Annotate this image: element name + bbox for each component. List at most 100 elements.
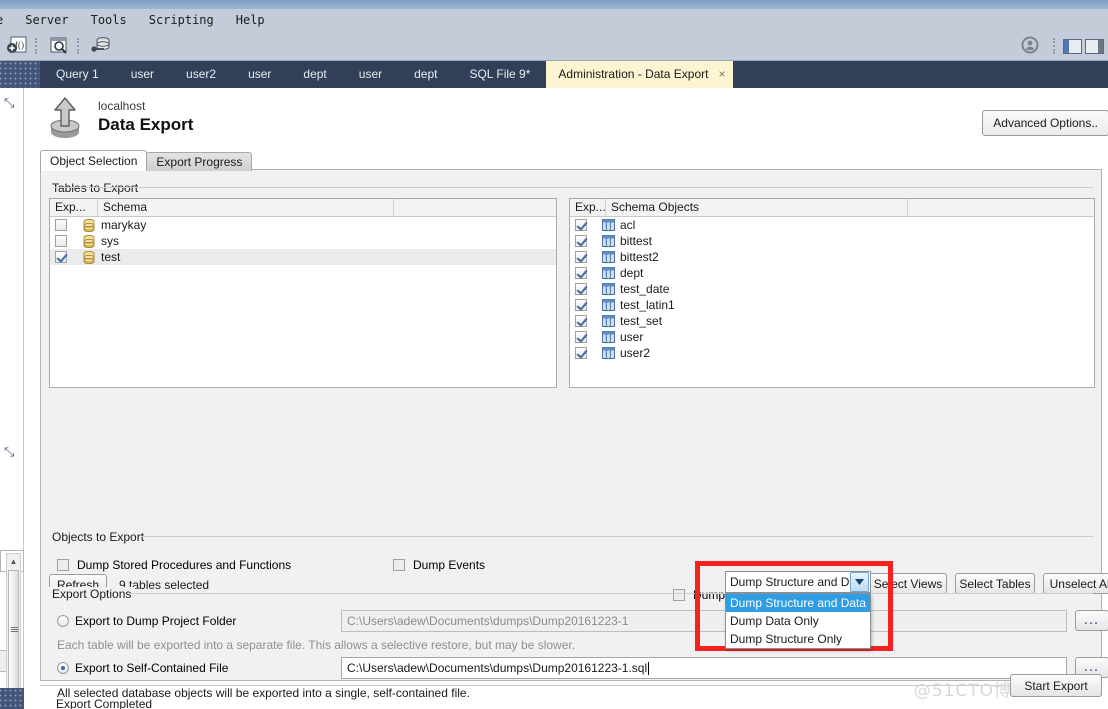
column-blank[interactable] xyxy=(394,199,556,216)
advanced-options-button[interactable]: Advanced Options.. xyxy=(982,110,1108,136)
menu-item-help[interactable]: Help xyxy=(225,9,276,31)
objects-to-export-divider xyxy=(141,536,1093,537)
menu-item-tools[interactable]: Tools xyxy=(80,9,138,31)
toolbar-right-group xyxy=(1021,31,1104,61)
table-row[interactable]: dept xyxy=(570,265,1094,281)
object-name: test_set xyxy=(620,314,663,328)
dropdown-option-dump-structure-only[interactable]: Dump Structure Only xyxy=(726,630,870,648)
menu-item-file[interactable]: e xyxy=(0,9,14,31)
schema-name: sys xyxy=(101,234,119,248)
export-to-self-contained-file-radio[interactable] xyxy=(57,662,69,674)
object-export-checkbox[interactable] xyxy=(575,347,587,359)
object-name: bittest2 xyxy=(620,250,659,264)
tab-query-1[interactable]: Query 1 xyxy=(40,61,115,88)
close-icon[interactable]: × xyxy=(718,61,725,88)
user-account-icon[interactable] xyxy=(1021,36,1039,57)
self-contained-file-path-value[interactable]: C:\Users\adew\Documents\dumps\Dump201612… xyxy=(347,661,647,675)
tab-administration-data-export[interactable]: Administration - Data Export × xyxy=(546,61,734,88)
object-export-checkbox[interactable] xyxy=(575,219,587,231)
dump-type-combobox[interactable]: Dump Structure and Dat xyxy=(725,571,871,593)
expand-sidebar-icon-2[interactable]: ⤡ xyxy=(4,445,17,458)
dump-stored-procedures-checkbox[interactable] xyxy=(57,559,69,571)
tab-user-1[interactable]: user xyxy=(115,61,170,88)
export-to-self-contained-file-row[interactable]: Export to Self-Contained File xyxy=(57,661,228,675)
start-export-button[interactable]: Start Export xyxy=(1010,674,1102,697)
schema-list[interactable]: Exp... Schema marykay sys test xyxy=(49,198,557,388)
column-schema[interactable]: Schema xyxy=(98,199,394,216)
tab-user-3[interactable]: user xyxy=(343,61,398,88)
dump-events-label: Dump Events xyxy=(413,558,486,572)
expand-sidebar-icon[interactable]: ⤡ xyxy=(4,96,17,109)
schema-export-checkbox[interactable] xyxy=(55,219,67,231)
objects-to-export-label: Objects to Export xyxy=(48,530,149,544)
table-row[interactable]: user2 xyxy=(570,345,1094,361)
export-upload-icon xyxy=(42,96,88,142)
export-to-dump-project-folder-row[interactable]: Export to Dump Project Folder xyxy=(57,614,236,628)
menu-bar: e Server Tools Scripting Help xyxy=(0,9,1108,31)
schema-objects-list-header: Exp... Schema Objects xyxy=(570,199,1094,217)
object-export-checkbox[interactable] xyxy=(575,283,587,295)
table-row[interactable]: acl xyxy=(570,217,1094,233)
table-row[interactable]: test_latin1 xyxy=(570,297,1094,313)
schema-objects-list[interactable]: Exp... Schema Objects acl bittest bittest2… xyxy=(569,198,1095,388)
object-export-checkbox[interactable] xyxy=(575,331,587,343)
schema-export-checkbox[interactable] xyxy=(55,251,67,263)
dump-stored-procedures-row[interactable]: Dump Stored Procedures and Functions xyxy=(57,558,291,572)
select-views-button[interactable]: Select Views xyxy=(869,573,947,594)
object-export-checkbox[interactable] xyxy=(575,299,587,311)
table-row[interactable]: test_set xyxy=(570,313,1094,329)
dropdown-option-dump-data-only[interactable]: Dump Data Only xyxy=(726,612,870,630)
menu-item-scripting[interactable]: Scripting xyxy=(138,9,225,31)
table-row[interactable]: test_date xyxy=(570,281,1094,297)
toggle-right-panel-icon[interactable] xyxy=(1085,38,1104,54)
object-export-checkbox[interactable] xyxy=(575,267,587,279)
scroll-up-icon[interactable]: ▲ xyxy=(7,554,20,568)
tab-sql-file-9[interactable]: SQL File 9* xyxy=(453,61,546,88)
dump-project-folder-path-value[interactable]: C:\Users\adew\Documents\dumps\Dump201612… xyxy=(347,614,628,628)
unselect-all-button[interactable]: Unselect All xyxy=(1043,573,1108,594)
browse-dump-project-folder-button[interactable]: ... xyxy=(1075,610,1108,631)
object-export-checkbox[interactable] xyxy=(575,235,587,247)
scrollbar-thumb[interactable] xyxy=(8,570,19,690)
table-icon xyxy=(602,251,615,263)
inspect-icon[interactable] xyxy=(46,34,72,58)
menu-item-server[interactable]: Server xyxy=(14,9,79,31)
table-row[interactable]: bittest xyxy=(570,233,1094,249)
dump-events-row[interactable]: Dump Events xyxy=(393,558,485,572)
table-row[interactable]: test xyxy=(50,249,556,265)
table-row[interactable]: user xyxy=(570,329,1094,345)
table-icon xyxy=(602,315,615,327)
tab-user2[interactable]: user2 xyxy=(170,61,232,88)
new-function-icon[interactable]: f() xyxy=(4,34,30,58)
tab-export-progress[interactable]: Export Progress xyxy=(146,152,253,171)
connect-database-icon[interactable] xyxy=(88,34,114,58)
column-export[interactable]: Exp... xyxy=(50,199,98,216)
column-schema-objects[interactable]: Schema Objects xyxy=(606,199,908,216)
schema-export-checkbox[interactable] xyxy=(55,235,67,247)
column-blank[interactable] xyxy=(908,199,1094,216)
tab-object-selection[interactable]: Object Selection xyxy=(40,150,148,171)
table-row[interactable]: sys xyxy=(50,233,556,249)
object-export-checkbox[interactable] xyxy=(575,315,587,327)
tab-dept-1[interactable]: dept xyxy=(287,61,342,88)
dump-stored-procedures-label: Dump Stored Procedures and Functions xyxy=(77,558,292,572)
dropdown-option-dump-structure-and-data[interactable]: Dump Structure and Data xyxy=(726,594,870,612)
editor-tab-strip: Query 1 user user2 user dept user dept S… xyxy=(0,61,1108,88)
object-name: test_latin1 xyxy=(620,298,675,312)
dump-events-checkbox[interactable] xyxy=(393,559,405,571)
page-tabs: Object Selection Export Progress xyxy=(40,150,253,171)
tab-user-2[interactable]: user xyxy=(232,61,287,88)
export-to-dump-project-folder-radio[interactable] xyxy=(57,615,69,627)
table-row[interactable]: bittest2 xyxy=(570,249,1094,265)
chevron-down-icon[interactable] xyxy=(850,572,869,592)
dump-type-dropdown-list[interactable]: Dump Structure and Data Dump Data Only D… xyxy=(725,593,871,649)
dump-triggers-checkbox[interactable] xyxy=(673,589,685,601)
select-tables-button[interactable]: Select Tables xyxy=(955,573,1035,594)
toggle-left-panel-icon[interactable] xyxy=(1063,38,1082,54)
column-export[interactable]: Exp... xyxy=(570,199,606,216)
database-icon xyxy=(82,218,96,232)
tab-dept-2[interactable]: dept xyxy=(398,61,453,88)
table-row[interactable]: marykay xyxy=(50,217,556,233)
sidebar-scrollbar[interactable]: ▲ ▼ xyxy=(6,553,21,709)
object-export-checkbox[interactable] xyxy=(575,251,587,263)
